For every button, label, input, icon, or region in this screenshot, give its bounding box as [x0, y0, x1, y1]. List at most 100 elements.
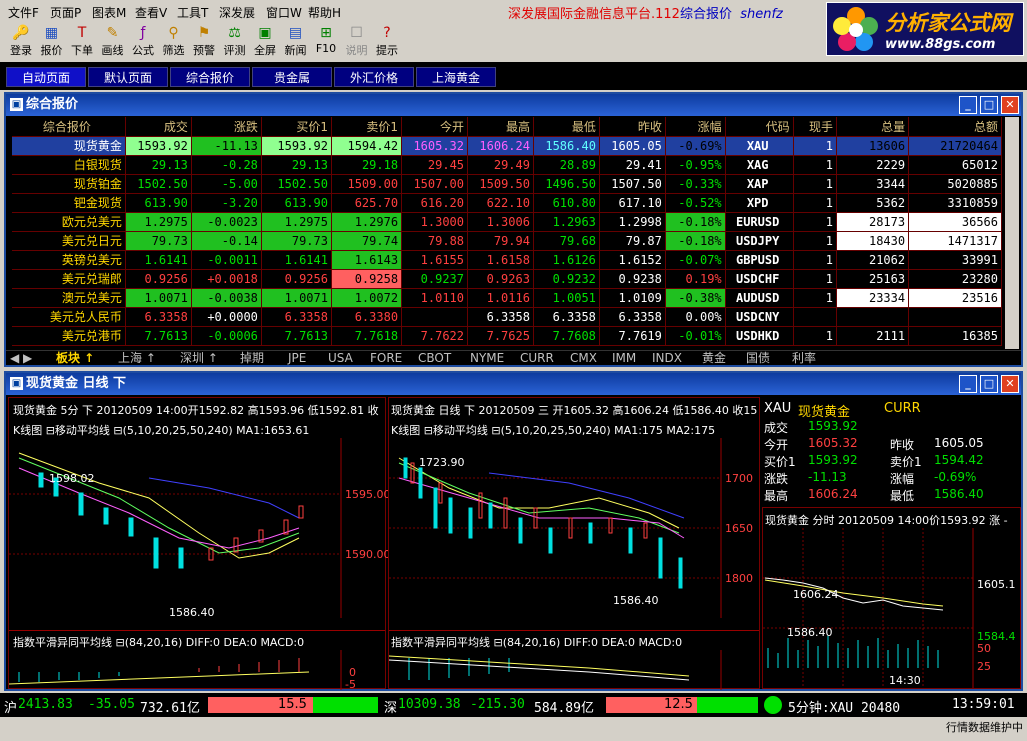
menu-page[interactable]: 页面P: [50, 4, 81, 21]
sector-tab[interactable]: CBOT: [418, 351, 451, 366]
table-cell: 29.41: [599, 155, 666, 175]
column-header[interactable]: 买价1: [261, 117, 332, 137]
logo-url: www.88gs.com: [885, 37, 996, 52]
fullscreen-icon: ▣: [258, 25, 272, 41]
column-header[interactable]: 涨幅: [665, 117, 726, 137]
sector-tab[interactable]: JPE: [288, 351, 306, 366]
close-button[interactable]: ✕: [1001, 375, 1019, 393]
minimize-button[interactable]: _: [959, 375, 977, 393]
sector-tab[interactable]: 板块 ↑: [56, 351, 94, 366]
nav-quote[interactable]: 综合报价: [170, 67, 250, 87]
sector-tab[interactable]: 黄金: [702, 351, 726, 366]
info-field: 最低: [890, 489, 915, 503]
quote-row[interactable]: 美元兑日元 79.73 -0.14 79.73 79.74 79.88 79.94 79.68…: [12, 231, 1002, 251]
menu-file[interactable]: 文件F: [8, 4, 39, 21]
toolbar-button-5[interactable]: ⚲ 筛选: [159, 24, 189, 60]
quote-row[interactable]: 英镑兑美元 1.6141 -0.0011 1.6141 1.6143 1.6155 1.61…: [12, 250, 1002, 270]
column-header[interactable]: 总量: [836, 117, 910, 137]
column-header[interactable]: 今开: [401, 117, 469, 137]
sector-tab[interactable]: CMX: [570, 351, 597, 366]
sector-tab[interactable]: CURR: [520, 351, 554, 366]
table-cell: XAU: [725, 136, 794, 156]
quote-row[interactable]: 美元兑人民币 6.3358 +0.0000 6.3358 6.3380 6.3358 6.3…: [12, 307, 1002, 327]
toolbar-button-1[interactable]: ▦ 报价: [37, 24, 67, 60]
column-header[interactable]: 代码: [725, 117, 794, 137]
table-cell: 1: [793, 326, 837, 346]
info-name: 现货黄金: [798, 405, 851, 420]
toolbar-button-0[interactable]: 🔑 登录: [6, 24, 36, 60]
table-cell: USDCNY: [725, 307, 794, 327]
five-minute-chart[interactable]: 现货黄金 5分 下 20120509 14:00开1592.82 高1593.9…: [8, 397, 391, 691]
sector-tab[interactable]: 深圳 ↑: [180, 351, 218, 366]
quote-row[interactable]: 白银现货 29.13 -0.28 29.13 29.18 29.45 29.49 28.89 2…: [12, 155, 1002, 175]
vertical-scrollbar[interactable]: [1005, 117, 1019, 349]
sector-tab[interactable]: 国债: [746, 351, 770, 366]
quote-row[interactable]: 现货铂金 1502.50 -5.00 1502.50 1509.00 1507.00 150…: [12, 174, 1002, 194]
menu-window[interactable]: 窗口W: [266, 4, 302, 21]
maximize-button[interactable]: □: [980, 375, 998, 393]
mid-axis-1800: 1800: [725, 572, 753, 585]
minute-chart[interactable]: 现货黄金 分时 20120509 14:00价1593.92 涨 - 1606.…: [762, 507, 1021, 689]
daily-chart[interactable]: 现货黄金 日线 下 20120509 三 开1605.32 高1606.24 低…: [388, 397, 760, 690]
sector-tab[interactable]: 上海 ↑: [118, 351, 156, 366]
nav-auto-page[interactable]: 自动页面: [6, 67, 86, 87]
minimize-button[interactable]: _: [959, 96, 977, 114]
quote-row[interactable]: 现货黄金 1593.92 -11.13 1593.92 1594.42 1605.32 16…: [12, 136, 1002, 156]
quote-row[interactable]: 美元兑港币 7.7613 -0.0006 7.7613 7.7618 7.7622 7.76…: [12, 326, 1002, 346]
sector-tab[interactable]: 掉期: [240, 351, 264, 366]
column-header[interactable]: 最低: [533, 117, 600, 137]
column-header[interactable]: 综合报价: [12, 117, 126, 137]
banner-link[interactable]: 综合报价: [680, 7, 732, 22]
sector-tab[interactable]: NYME: [470, 351, 504, 366]
menu-chart[interactable]: 图表M: [92, 4, 126, 21]
menu-help[interactable]: 帮助H: [308, 4, 341, 21]
sector-tab[interactable]: FORE: [370, 351, 402, 366]
toolbar-button-4[interactable]: ƒ 公式: [128, 24, 158, 60]
toolbar-button-9[interactable]: ▤ 新闻: [281, 24, 311, 60]
toolbar-button-6[interactable]: ⚑ 预警: [189, 24, 219, 60]
column-header[interactable]: 成交: [125, 117, 192, 137]
quote-row[interactable]: 钯金现货 613.90 -3.20 613.90 625.70 616.20 622.10 6…: [12, 193, 1002, 213]
toolbar-button-3[interactable]: ✎ 画线: [98, 24, 128, 60]
toolbar-button-8[interactable]: ▣ 全屏: [250, 24, 280, 60]
table-cell: 1.0116: [467, 288, 534, 308]
toolbar-button-11[interactable]: ☐ 说明: [342, 24, 372, 60]
tab-scroll-arrows[interactable]: ◀ ▶: [10, 351, 32, 366]
sector-tab[interactable]: INDX: [652, 351, 682, 366]
close-button[interactable]: ✕: [1001, 96, 1019, 114]
column-header[interactable]: 最高: [467, 117, 534, 137]
sector-tab[interactable]: IMM: [612, 351, 636, 366]
column-header[interactable]: 现手: [793, 117, 837, 137]
nav-precious-metal[interactable]: 贵金属: [252, 67, 332, 87]
platform-banner: 深发展国际金融信息平台.112综合报价 shenfz: [508, 3, 783, 22]
nav-default-page[interactable]: 默认页面: [88, 67, 168, 87]
quote-icon: ▦: [44, 25, 59, 41]
sh-amount: 732.61亿: [140, 701, 200, 716]
toolbar-label: 评测: [223, 44, 246, 57]
toolbar-button-2[interactable]: T 下单: [67, 24, 97, 60]
toolbar-button-10[interactable]: ⊞ F10: [311, 24, 341, 60]
column-header[interactable]: 涨跌: [191, 117, 262, 137]
table-cell: 1.2976: [331, 212, 403, 232]
nav-forex[interactable]: 外汇价格: [334, 67, 414, 87]
toolbar-button-12[interactable]: ? 提示: [372, 24, 402, 60]
table-cell: -0.18%: [665, 212, 726, 232]
column-header[interactable]: 总额: [908, 117, 1002, 137]
table-cell: +0.0000: [191, 307, 262, 327]
nav-shanghai-gold[interactable]: 上海黄金: [416, 67, 496, 87]
quote-row[interactable]: 欧元兑美元 1.2975 -0.0023 1.2975 1.2976 1.3000 1.30…: [12, 212, 1002, 232]
menu-view[interactable]: 查看V: [135, 4, 167, 21]
sector-tab[interactable]: 利率: [792, 351, 816, 366]
toolbar-button-7[interactable]: ⚖ 评测: [220, 24, 250, 60]
toolbar-label: 登录: [10, 44, 32, 57]
column-header[interactable]: 昨收: [599, 117, 666, 137]
sector-tab[interactable]: USA: [328, 351, 353, 366]
table-cell: 7.7619: [599, 326, 666, 346]
quote-row[interactable]: 美元兑瑞郎 0.9256 +0.0018 0.9256 0.9258 0.9237 0.92…: [12, 269, 1002, 289]
menu-sdb[interactable]: 深发展: [219, 4, 255, 21]
quote-row[interactable]: 澳元兑美元 1.0071 -0.0038 1.0071 1.0072 1.0110 1.01…: [12, 288, 1002, 308]
maximize-button[interactable]: □: [980, 96, 998, 114]
table-cell: -0.95%: [665, 155, 726, 175]
menu-tools[interactable]: 工具T: [177, 4, 208, 21]
column-header[interactable]: 卖价1: [331, 117, 403, 137]
